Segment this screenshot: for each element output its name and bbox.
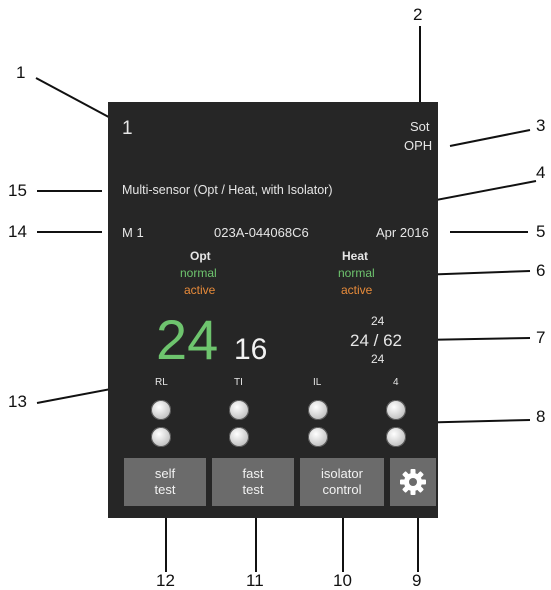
callout-11: 11: [246, 571, 264, 590]
device-serial: 023A-044068C6: [214, 225, 309, 240]
callout-15: 15: [8, 181, 27, 200]
range-top: 24: [371, 314, 385, 328]
opt-state-active: active: [184, 283, 216, 297]
device-type-short: Sot: [410, 119, 430, 134]
settings-button[interactable]: [390, 458, 436, 506]
range-mid: 24 / 62: [350, 331, 402, 350]
callout-13: 13: [8, 392, 27, 411]
callout-7: 7: [536, 328, 546, 347]
heat-state-active: active: [341, 283, 373, 297]
led-il-bottom: [308, 427, 328, 447]
callout-4: 4: [536, 163, 546, 182]
callout-8: 8: [536, 407, 546, 426]
isolator-control-button[interactable]: isolator control: [300, 458, 384, 506]
led-label-4: 4: [393, 377, 399, 388]
device-description: Multi-sensor (Opt / Heat, with Isolator): [122, 183, 333, 197]
fast-test-button[interactable]: fast test: [212, 458, 294, 506]
small-value: 16: [234, 333, 268, 366]
led-label-ti: TI: [234, 377, 243, 388]
range-bottom: 24: [371, 352, 385, 366]
device-panel: 1 Sot OPH Multi-sensor (Opt / Heat, with…: [108, 102, 438, 518]
led-ti-bottom: [229, 427, 249, 447]
callout-14: 14: [8, 222, 27, 241]
callout-12: 12: [156, 571, 175, 590]
opt-state-normal: normal: [180, 266, 217, 280]
led-label-il: IL: [313, 377, 322, 388]
device-address: 1: [122, 118, 133, 139]
isolator-control-label: isolator control: [321, 465, 363, 497]
led-ti-top: [229, 400, 249, 420]
opt-label: Opt: [190, 249, 211, 263]
gear-icon: [400, 469, 426, 495]
heat-label: Heat: [342, 249, 369, 263]
callout-9: 9: [412, 571, 422, 590]
led-rl-top: [151, 400, 171, 420]
led-4-top: [386, 400, 406, 420]
callout-10: 10: [333, 571, 352, 590]
led-4-bottom: [386, 427, 406, 447]
big-value: 24: [156, 308, 219, 371]
callout-3: 3: [536, 116, 546, 135]
self-test-label: self test: [154, 465, 176, 497]
led-rl-bottom: [151, 427, 171, 447]
self-test-button[interactable]: self test: [124, 458, 206, 506]
device-date: Apr 2016: [376, 225, 429, 240]
callout-5: 5: [536, 222, 546, 241]
led-il-top: [308, 400, 328, 420]
fast-test-label: fast test: [242, 465, 264, 497]
heat-state-normal: normal: [338, 266, 375, 280]
device-type-code: OPH: [404, 138, 433, 153]
callout-2: 2: [413, 5, 423, 24]
callout-6: 6: [536, 261, 546, 280]
device-loop: M 1: [122, 225, 144, 240]
callout-1: 1: [16, 63, 26, 82]
led-label-rl: RL: [155, 377, 168, 388]
